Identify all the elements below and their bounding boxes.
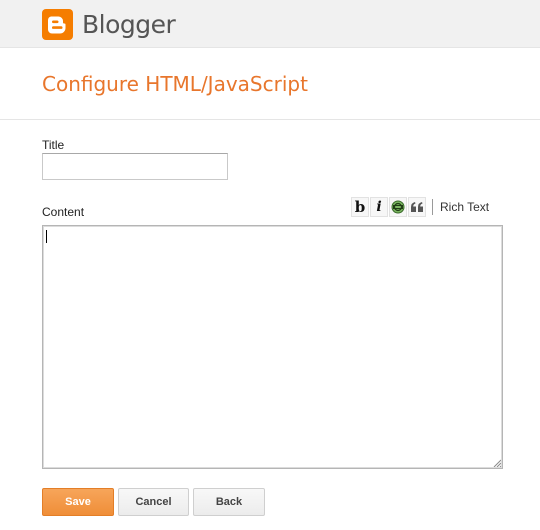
save-button[interactable]: Save [42,488,114,516]
blogger-logo-icon [42,9,73,40]
resize-grip-icon[interactable] [493,459,501,467]
cancel-button[interactable]: Cancel [118,488,189,516]
bold-icon: b [354,197,366,216]
title-label: Title [42,138,65,152]
rich-text-link[interactable]: Rich Text [440,200,489,214]
text-caret [46,230,47,243]
brand-name: Blogger [82,10,176,39]
quote-icon [411,202,423,212]
app-header: Blogger [0,0,540,48]
editor-toolbar: b i Rich Text [351,196,489,218]
content-textarea[interactable] [42,225,503,469]
content-label: Content [42,205,85,219]
link-button[interactable] [389,197,407,217]
link-icon [391,200,405,214]
page-title: Configure HTML/JavaScript [42,72,308,96]
bold-button[interactable]: b [351,197,369,217]
quote-button[interactable] [408,197,426,217]
italic-icon: i [376,199,382,215]
toolbar-divider [432,199,433,215]
italic-button[interactable]: i [370,197,388,217]
back-button[interactable]: Back [193,488,265,516]
title-input[interactable] [42,153,228,180]
